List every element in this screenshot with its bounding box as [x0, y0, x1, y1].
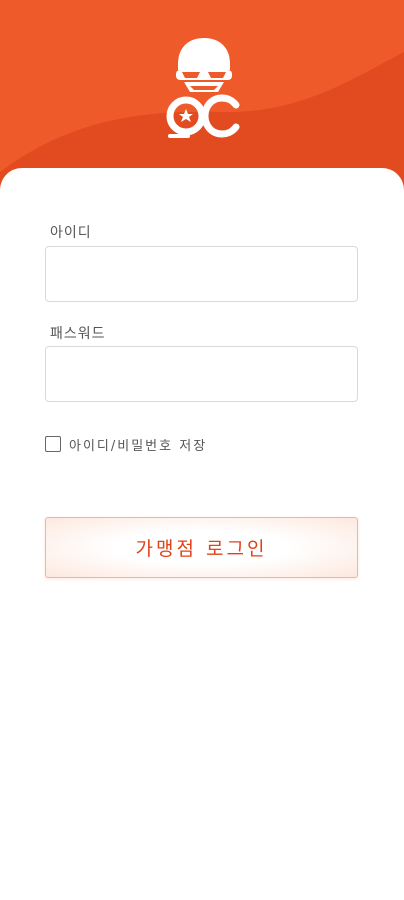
remember-credentials[interactable]: 아이디/비밀번호 저장: [45, 434, 207, 454]
remember-checkbox[interactable]: [45, 436, 61, 452]
remember-label: 아이디/비밀번호 저장: [69, 438, 208, 454]
id-label: 아이디: [50, 225, 92, 241]
id-input[interactable]: [45, 246, 358, 302]
password-label: 패스워드: [50, 326, 106, 342]
brand-logo: [166, 38, 240, 138]
password-input[interactable]: [45, 346, 358, 402]
merchant-login-button[interactable]: 가맹점 로그인: [45, 517, 358, 578]
login-screen: 아이디 패스워드 아이디/비밀번호 저장 가맹점 로그인: [0, 0, 404, 900]
